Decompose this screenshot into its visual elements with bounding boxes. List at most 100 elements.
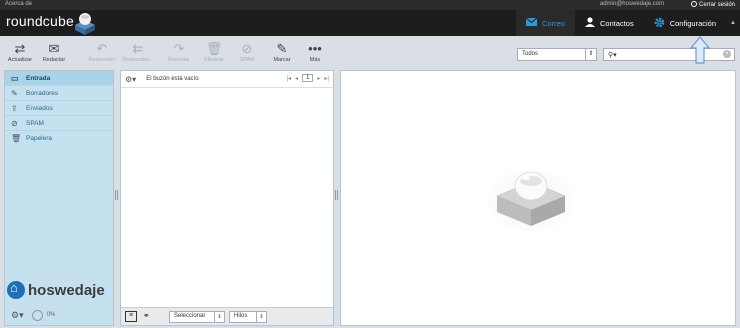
sent-icon: ⇪ — [11, 103, 18, 113]
list-view-icon[interactable]: ≡ — [125, 311, 137, 322]
refresh-label: Actualizar — [7, 57, 33, 63]
logo: roundcube — [6, 13, 74, 29]
forward-button[interactable]: ↷ Reenviar — [161, 41, 197, 63]
prev-page-icon[interactable]: ◂ — [295, 75, 298, 82]
folder-actions-gear-icon[interactable]: ⚙▾ — [11, 310, 24, 321]
message-list: ⚙▾ El buzón está vacío |◂ ◂ 1 ▸ ▸| ≡ ⚭ S… — [120, 70, 334, 326]
logout-label: Cerrar sesión — [698, 2, 735, 8]
task-contacts-label: Contactos — [599, 18, 634, 28]
list-footer: ≡ ⚭ Seleccionar ⇕ Hilos ⇕ — [121, 307, 333, 325]
select-arrows-icon: ⇕ — [214, 312, 224, 322]
search-input[interactable]: ⚲▾ × — [603, 48, 735, 61]
threads-toggle-icon[interactable]: ⚭ — [143, 311, 155, 322]
spam-icon: ⊘ — [241, 41, 253, 56]
roundcube-watermark-icon — [481, 162, 581, 231]
task-nav: Correo Contactos Configuración ▲ — [516, 10, 740, 36]
more-icon: ••• — [308, 41, 322, 56]
more-label: Más — [309, 57, 321, 63]
refresh-button[interactable]: ⇄ Actualizar — [2, 41, 38, 63]
power-icon — [690, 1, 697, 7]
mark-button[interactable]: ✎ Marcar — [264, 41, 300, 63]
list-splitter[interactable] — [335, 190, 338, 200]
folder-sent[interactable]: ⇪ Enviados — [5, 101, 113, 116]
spam-label: SPAM — [239, 57, 255, 63]
folder-label: Enviados — [26, 104, 53, 112]
spam-button[interactable]: ⊘ SPAM — [229, 41, 265, 63]
page-number[interactable]: 1 — [302, 74, 314, 82]
filter-select[interactable]: Todos ⇕ — [517, 48, 597, 61]
pen-icon: ✎ — [276, 41, 288, 56]
select-arrows-icon: ⇕ — [585, 49, 596, 60]
select-arrows-icon: ⇕ — [256, 312, 266, 322]
folder-sidebar: ▭ Entrada ✎ Borradores ⇪ Enviados ⊘ SPAM… — [4, 70, 114, 326]
inbox-icon: ▭ — [11, 73, 19, 83]
preview-pane — [340, 70, 736, 326]
person-icon — [584, 17, 595, 29]
delete-label: Eliminar — [204, 57, 224, 63]
folder-label: Papelera — [26, 135, 53, 142]
reset-search-icon[interactable]: × — [723, 50, 731, 58]
list-status: El buzón está vacío — [146, 76, 199, 82]
threads-dropdown[interactable]: Hilos ⇕ — [229, 311, 267, 323]
house-icon — [7, 280, 25, 299]
trash-icon: 🗑 — [11, 134, 22, 143]
forward-label: Reenviar — [167, 57, 190, 63]
reply-label: Responder — [88, 57, 116, 63]
highlight-arrow-icon — [690, 36, 710, 64]
reply-button[interactable]: ↶ Responder — [84, 41, 120, 63]
reply-all-button[interactable]: ⇇ Responder... — [120, 41, 156, 63]
pencil-icon: ✎ — [11, 88, 18, 98]
task-mail-label: Correo — [542, 18, 565, 28]
task-settings[interactable]: Configuración — [644, 10, 726, 36]
mark-label: Marcar — [273, 57, 291, 63]
folder-drafts[interactable]: ✎ Borradores — [5, 86, 113, 101]
top-line: Acerca de admin@hoswedaje.com Cerrar ses… — [0, 0, 740, 10]
search-icon: ⚲▾ — [608, 52, 617, 59]
envelope-icon — [525, 17, 538, 28]
first-page-icon[interactable]: |◂ — [286, 75, 291, 82]
task-settings-label: Configuración — [669, 18, 716, 28]
folder-label: SPAM — [26, 119, 44, 127]
folder-trash[interactable]: 🗑 Papelera — [5, 131, 113, 146]
reply-all-icon: ⇇ — [132, 41, 144, 56]
folder-spam[interactable]: ⊘ SPAM — [5, 116, 113, 131]
task-mail[interactable]: Correo — [516, 10, 575, 36]
folder-label: Entrada — [26, 74, 51, 82]
forward-icon: ↷ — [173, 41, 185, 56]
compose-button[interactable]: ✉ Redactar — [36, 41, 72, 63]
quota-text: 0% — [46, 312, 56, 318]
select-dropdown[interactable]: Seleccionar ⇕ — [169, 311, 225, 323]
compose-icon: ✉ — [48, 41, 60, 56]
threads-label: Hilos — [234, 313, 248, 319]
header: roundcube Correo Contactos Configuración… — [0, 10, 740, 36]
select-label: Seleccionar — [174, 313, 206, 319]
trash-icon: 🗑 — [205, 41, 223, 56]
folder-label: Borradores — [26, 89, 59, 97]
filter-value: Todos — [522, 51, 539, 57]
spam-icon: ⊘ — [11, 118, 18, 128]
about-link[interactable]: Acerca de — [5, 1, 32, 7]
pager: |◂ ◂ 1 ▸ ▸| — [286, 74, 329, 82]
logo-cube-icon — [75, 13, 95, 35]
reply-icon: ↶ — [96, 41, 108, 56]
quota-icon — [31, 309, 43, 321]
more-button[interactable]: ••• Más — [297, 41, 333, 63]
refresh-icon: ⇄ — [14, 41, 26, 56]
brand-logo: hoswedaje — [7, 279, 105, 301]
username: admin@hoswedaje.com — [599, 1, 664, 7]
task-contacts[interactable]: Contactos — [575, 10, 644, 36]
compose-label: Redactar — [42, 57, 66, 63]
reply-all-label: Responder... — [122, 57, 154, 63]
delete-button[interactable]: 🗑 Eliminar — [196, 41, 232, 63]
gear-icon — [654, 17, 665, 30]
list-options-gear-icon[interactable]: ⚙▾ — [125, 75, 136, 84]
list-header: ⚙▾ El buzón está vacío |◂ ◂ 1 ▸ ▸| — [121, 71, 333, 88]
last-page-icon[interactable]: ▸| — [324, 75, 329, 82]
task-menu-arrow[interactable]: ▲ — [726, 10, 740, 36]
logout-button[interactable]: Cerrar sesión — [690, 1, 735, 8]
sidebar-footer: ⚙▾ 0% — [5, 305, 113, 325]
brand-name: hoswedaje — [28, 281, 105, 299]
sidebar-splitter[interactable] — [115, 190, 118, 200]
folder-inbox[interactable]: ▭ Entrada — [5, 71, 113, 86]
next-page-icon[interactable]: ▸ — [317, 75, 320, 82]
